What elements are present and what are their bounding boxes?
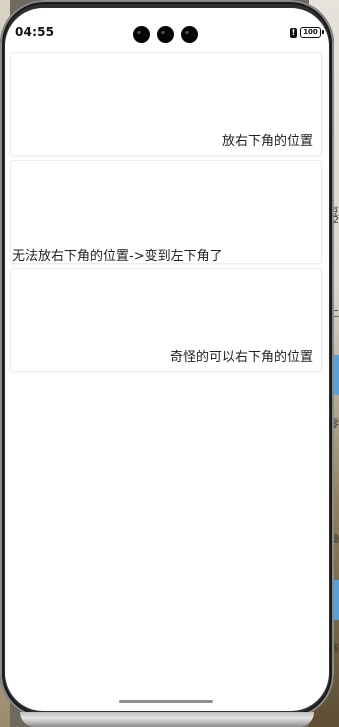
phone-screen: 04:55 ! 100 放右下角的位置 无法放右下角的位置->变到左下角了 奇怪…	[5, 8, 329, 711]
status-time: 04:55	[15, 25, 55, 39]
status-bar: 04:55 ! 100	[5, 8, 329, 48]
card-bottom-left: 无法放右下角的位置->变到左下角了	[11, 161, 321, 264]
card-bottom-right-alt: 奇怪的可以右下角的位置	[11, 269, 321, 371]
camera-icon	[181, 26, 198, 43]
home-indicator[interactable]	[119, 700, 213, 703]
card-bottom-right: 放右下角的位置	[11, 53, 321, 155]
card-label: 奇怪的可以右下角的位置	[169, 350, 313, 365]
card-list: 放右下角的位置 无法放右下角的位置->变到左下角了 奇怪的可以右下角的位置	[11, 53, 321, 377]
battery-icon: 100	[300, 27, 324, 38]
card-label: 放右下角的位置	[221, 134, 313, 149]
alert-icon: !	[290, 27, 297, 38]
phone-bottom-bezel	[20, 712, 314, 727]
camera-icon	[157, 26, 174, 43]
card-label: 无法放右下角的位置->变到左下角了	[12, 249, 223, 264]
camera-icon	[133, 26, 150, 43]
status-icons: ! 100	[290, 27, 324, 38]
